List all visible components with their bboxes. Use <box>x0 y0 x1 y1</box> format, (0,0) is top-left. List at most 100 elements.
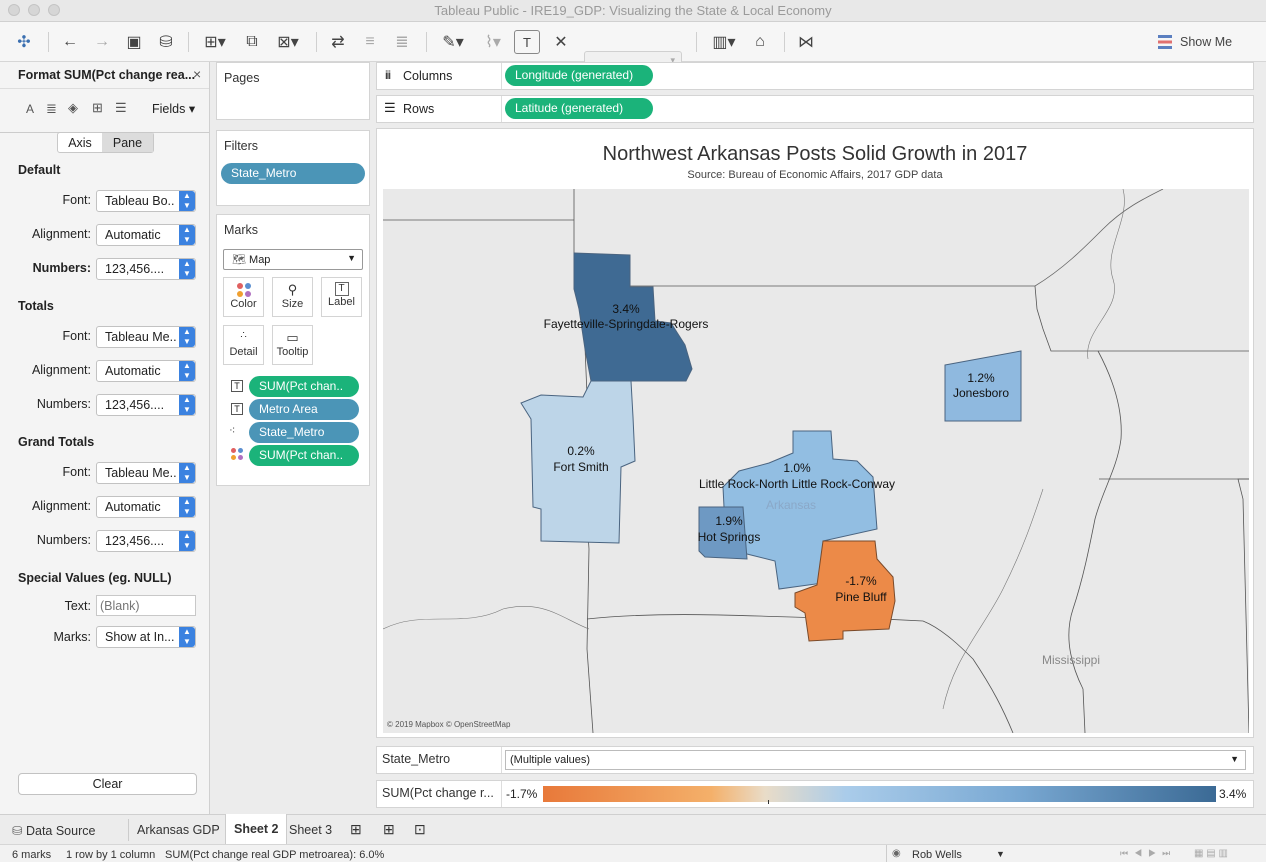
undo-icon[interactable]: ← <box>58 30 82 54</box>
redo-icon[interactable]: → <box>90 30 114 54</box>
highlight-icon[interactable]: ✎▾ <box>436 30 470 54</box>
rows-shelf[interactable]: ☰ Rows Latitude (generated) <box>376 95 1254 123</box>
grand-totals-numbers-dropdown[interactable]: 123,456.... ▲ ▼ <box>96 530 196 552</box>
size-icon: ⚲ <box>287 282 298 297</box>
title-bar: Tableau Public - IRE19_GDP: Visualizing … <box>0 0 1266 22</box>
share-icon[interactable]: ⋈ <box>794 30 818 54</box>
marks-pill-color-sum[interactable]: SUM(Pct chan.. <box>249 445 359 466</box>
columns-label: Columns <box>403 69 453 83</box>
marks-card: Marks 🗺 Map ▼ Color ⚲ Size T Label ∴ Detail … <box>216 214 370 486</box>
special-text-input[interactable] <box>96 595 196 616</box>
color-encoding-icon <box>230 447 244 464</box>
special-marks-dropdown[interactable]: Show at In... ▲ ▼ <box>96 626 196 648</box>
tab-sheet-2[interactable]: Sheet 2 <box>225 814 288 845</box>
totals-alignment-dropdown[interactable]: Automatic ▲ ▼ <box>96 360 196 382</box>
marks-pill-state-metro[interactable]: State_Metro <box>249 422 359 443</box>
mark-type-dropdown[interactable]: 🗺 Map ▼ <box>223 249 363 270</box>
swap-rows-columns-icon[interactable]: ⇄ <box>326 30 350 54</box>
state-label-mississippi: Mississippi <box>1042 653 1100 667</box>
view-toggle-icon[interactable]: ▦ ▤ ▥ <box>1194 848 1228 859</box>
toolbar: ✣ ← → ▣ ⛁ ⊞▾ ⧉ ⊠▾ ⇄ ≡ ≣ ✎▾ ⌇▾ T ✕ ▾ ▥▾ ⌂… <box>0 22 1266 73</box>
label-button[interactable]: T Label <box>321 277 362 317</box>
state-border-line <box>1237 478 1249 733</box>
fields-dropdown[interactable]: Fields ▾ <box>152 101 195 116</box>
sort-descending-icon[interactable]: ≣ <box>390 30 414 54</box>
rows-pill-latitude[interactable]: Latitude (generated) <box>505 98 653 119</box>
tab-axis[interactable]: Axis <box>58 133 102 152</box>
close-icon[interactable]: × <box>193 66 201 82</box>
alignment-format-icon[interactable]: ≣ <box>46 101 57 117</box>
sheet-navigation-icon[interactable]: ⏮◀▶⏭ <box>1120 848 1176 859</box>
new-dashboard-icon[interactable]: ⊞ <box>375 815 403 845</box>
filter-pill-state-metro[interactable]: State_Metro <box>221 163 365 184</box>
marks-pill-metro-area[interactable]: Metro Area <box>249 399 359 420</box>
legend-min-value: -1.7% <box>506 787 538 801</box>
viz-subtitle: Source: Bureau of Economic Affairs, 2017… <box>687 169 943 181</box>
default-heading: Default <box>18 163 61 177</box>
status-sum: SUM(Pct change real GDP metroarea): 6.0% <box>165 849 385 861</box>
size-button[interactable]: ⚲ Size <box>272 277 313 317</box>
tab-pane[interactable]: Pane <box>102 133 153 152</box>
show-me-button[interactable]: Show Me <box>1158 30 1238 54</box>
marks-title: Marks <box>224 223 259 237</box>
lines-format-icon[interactable]: ☰ <box>115 100 127 116</box>
river-line <box>942 488 1044 710</box>
borders-format-icon[interactable]: ⊞ <box>92 100 103 116</box>
river-line <box>1087 189 1125 360</box>
rows-icon: ☰ <box>384 100 396 115</box>
font-format-icon[interactable]: A <box>26 102 34 116</box>
detail-button[interactable]: ∴ Detail <box>223 325 264 365</box>
new-data-source-icon[interactable]: ⛁ <box>154 30 178 54</box>
show-mark-labels-icon[interactable]: T <box>514 30 540 54</box>
region-name-label: Fort Smith <box>553 460 608 474</box>
save-icon[interactable]: ▣ <box>122 30 146 54</box>
tab-arkansas-gdp[interactable]: Arkansas GDP <box>129 815 228 845</box>
tooltip-button[interactable]: ▭ Tooltip <box>272 325 313 365</box>
columns-shelf[interactable]: iii Columns Longitude (generated) <box>376 62 1254 90</box>
region-name-label: Pine Bluff <box>835 590 887 604</box>
clear-sheet-icon[interactable]: ⊠▾ <box>270 30 306 54</box>
status-marks-count: 6 marks <box>12 849 52 861</box>
special-text-label: Text: <box>64 599 91 613</box>
region-value-label: 1.2% <box>967 371 995 385</box>
color-legend-label: SUM(Pct change r... <box>382 786 494 800</box>
color-legend: SUM(Pct change r... -1.7% 3.4% <box>376 780 1254 808</box>
rows-label: Rows <box>403 102 435 116</box>
color-button[interactable]: Color <box>223 277 264 317</box>
region-name-label: Little Rock-North Little Rock-Conway <box>699 477 895 491</box>
marks-pill-label-sum[interactable]: SUM(Pct chan.. <box>249 376 359 397</box>
duplicate-sheet-icon[interactable]: ⧉ <box>240 30 264 54</box>
filters-card[interactable]: Filters State_Metro <box>216 130 370 206</box>
chevron-down-icon[interactable]: ▼ <box>996 849 1005 859</box>
sort-ascending-icon[interactable]: ≡ <box>358 30 382 54</box>
columns-pill-longitude[interactable]: Longitude (generated) <box>505 65 653 86</box>
default-alignment-dropdown[interactable]: Automatic ▲ ▼ <box>96 224 196 246</box>
clear-button[interactable]: Clear <box>18 773 197 795</box>
legend-gradient-bar[interactable] <box>543 786 1216 802</box>
grand-totals-alignment-dropdown[interactable]: Automatic ▲ ▼ <box>96 496 196 518</box>
tab-sheet-3[interactable]: Sheet 3 <box>281 815 340 845</box>
presentation-mode-icon[interactable]: ⌂ <box>748 30 772 54</box>
tableau-logo-icon[interactable]: ✣ <box>12 30 36 54</box>
new-worksheet-icon[interactable]: ⊞ <box>342 815 370 845</box>
grand-totals-font-dropdown[interactable]: Tableau Me.. ▲ ▼ <box>96 462 196 484</box>
new-story-icon[interactable]: ⊡ <box>406 815 434 845</box>
map[interactable]: 3.4% Fayetteville-Springdale-Rogers 1.2%… <box>383 189 1249 733</box>
group-members-icon[interactable]: ⌇▾ <box>476 30 510 54</box>
totals-font-dropdown[interactable]: Tableau Me.. ▲ ▼ <box>96 326 196 348</box>
state-metro-filter-dropdown[interactable]: (Multiple values) ▼ <box>505 750 1246 770</box>
status-user-name[interactable]: Rob Wells <box>912 849 962 861</box>
default-numbers-dropdown[interactable]: 123,456.... ▲ ▼ <box>96 258 196 280</box>
river-line <box>383 605 590 630</box>
shading-format-icon[interactable]: ◈ <box>68 100 78 116</box>
new-worksheet-icon[interactable]: ⊞▾ <box>198 30 232 54</box>
show-cards-icon[interactable]: ▥▾ <box>706 30 742 54</box>
pages-card[interactable]: Pages <box>216 62 370 120</box>
region-value-label: 1.0% <box>783 461 811 475</box>
totals-numbers-dropdown[interactable]: 123,456.... ▲ ▼ <box>96 394 196 416</box>
default-font-dropdown[interactable]: Tableau Bo.. ▲ ▼ <box>96 190 196 212</box>
legend-zero-tick <box>768 800 769 804</box>
fix-axes-icon[interactable]: ✕ <box>548 30 574 54</box>
data-source-tab[interactable]: ⛁ Data Source <box>4 815 103 845</box>
status-rows-columns: 1 row by 1 column <box>66 849 156 861</box>
